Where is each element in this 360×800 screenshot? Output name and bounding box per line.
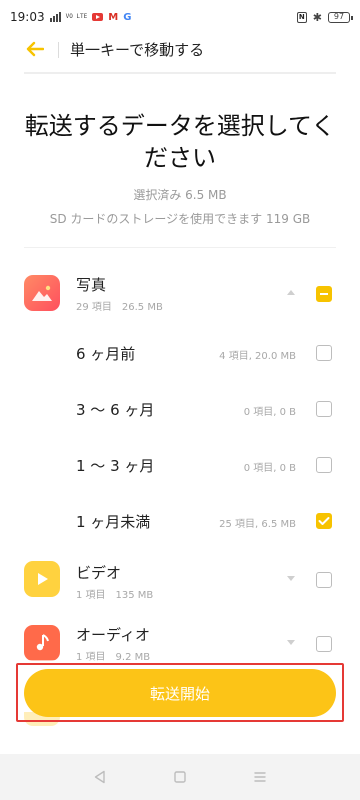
menu-lines-icon bbox=[254, 772, 266, 782]
header-separator bbox=[24, 72, 336, 74]
back-triangle-icon bbox=[94, 770, 105, 784]
highlight-outline bbox=[16, 663, 344, 722]
status-time: 19:03 bbox=[10, 10, 45, 24]
status-right: N ✱ 97 bbox=[296, 10, 353, 24]
nav-menu-button[interactable] bbox=[245, 762, 275, 792]
subitem-checkbox[interactable] bbox=[316, 345, 332, 361]
subitem-row[interactable]: 1 〜 3 ヶ月 0 項目, 0 B bbox=[0, 450, 360, 480]
chevron-up-icon[interactable] bbox=[287, 290, 295, 295]
category-title: オーディオ bbox=[76, 626, 150, 644]
audio-icon bbox=[24, 625, 60, 661]
chevron-down-icon[interactable] bbox=[287, 640, 295, 645]
header-divider bbox=[58, 42, 59, 58]
gmail-icon: M bbox=[108, 11, 119, 23]
category-row-photos[interactable]: 写真 29 項目 26.5 MB bbox=[0, 268, 360, 324]
nfc-icon: N bbox=[296, 11, 307, 23]
category-meta: 29 項目 26.5 MB bbox=[76, 302, 163, 313]
selected-size: 選択済み 6.5 MB bbox=[133, 188, 227, 202]
category-row-video[interactable]: ビデオ 1 項目 135 MB bbox=[0, 558, 360, 608]
header-title: 単一キーで移動する bbox=[70, 41, 205, 59]
subitem-meta: 0 項目, 0 B bbox=[243, 407, 296, 418]
photos-icon bbox=[24, 275, 60, 311]
subitem-checkbox[interactable] bbox=[316, 457, 332, 473]
category-meta: 1 項目 135 MB bbox=[76, 590, 154, 601]
volte-label: VO LTE bbox=[65, 13, 88, 20]
category-checkbox-photos[interactable] bbox=[316, 286, 332, 302]
youtube-icon bbox=[92, 13, 104, 21]
status-left: 19:03 VO LTE M G bbox=[10, 10, 131, 24]
subitem-meta: 25 項目, 6.5 MB bbox=[219, 519, 296, 530]
subitem-meta: 0 項目, 0 B bbox=[243, 463, 296, 474]
subitem-row[interactable]: 1 ヶ月未満 25 項目, 6.5 MB bbox=[0, 506, 360, 536]
selection-summary: 選択済み 6.5 MB SD カードのストレージを使用できます 119 GB bbox=[0, 187, 360, 235]
subitem-label: 1 ヶ月未満 bbox=[76, 513, 151, 531]
signal-icon bbox=[49, 12, 61, 22]
back-button[interactable] bbox=[22, 36, 48, 62]
category-title: 写真 bbox=[76, 276, 107, 294]
subitem-label: 3 〜 6 ヶ月 bbox=[76, 401, 155, 419]
bluetooth-icon: ✱ bbox=[312, 10, 322, 24]
category-checkbox-video[interactable] bbox=[316, 572, 332, 588]
chevron-down-icon[interactable] bbox=[287, 576, 295, 581]
subitem-checkbox[interactable] bbox=[316, 401, 332, 417]
check-icon bbox=[318, 517, 330, 525]
page-title: 転送するデータを選択してください bbox=[24, 112, 336, 172]
app-header: 単一キーで移動する bbox=[0, 34, 360, 64]
list-separator bbox=[24, 247, 336, 248]
google-icon: G bbox=[123, 11, 132, 23]
status-bar: 19:03 VO LTE M G N ✱ 97 bbox=[0, 0, 360, 34]
storage-available: SD カードのストレージを使用できます 119 GB bbox=[49, 212, 311, 226]
subitem-label: 6 ヶ月前 bbox=[76, 345, 136, 363]
battery-icon: 97 bbox=[328, 11, 353, 23]
nav-home-button[interactable] bbox=[165, 762, 195, 792]
arrow-left-icon bbox=[26, 41, 44, 57]
category-title: ビデオ bbox=[76, 564, 122, 582]
subitem-row[interactable]: 3 〜 6 ヶ月 0 項目, 0 B bbox=[0, 394, 360, 424]
subitem-label: 1 〜 3 ヶ月 bbox=[76, 457, 155, 475]
home-square-icon bbox=[174, 771, 186, 783]
nav-back-button[interactable] bbox=[85, 762, 115, 792]
system-nav-bar bbox=[0, 754, 360, 800]
category-checkbox-audio[interactable] bbox=[316, 636, 332, 652]
subitem-meta: 4 項目, 20.0 MB bbox=[219, 351, 296, 362]
video-icon bbox=[24, 561, 60, 597]
subitem-row[interactable]: 6 ヶ月前 4 項目, 20.0 MB bbox=[0, 338, 360, 368]
subitem-checkbox[interactable] bbox=[316, 513, 332, 529]
